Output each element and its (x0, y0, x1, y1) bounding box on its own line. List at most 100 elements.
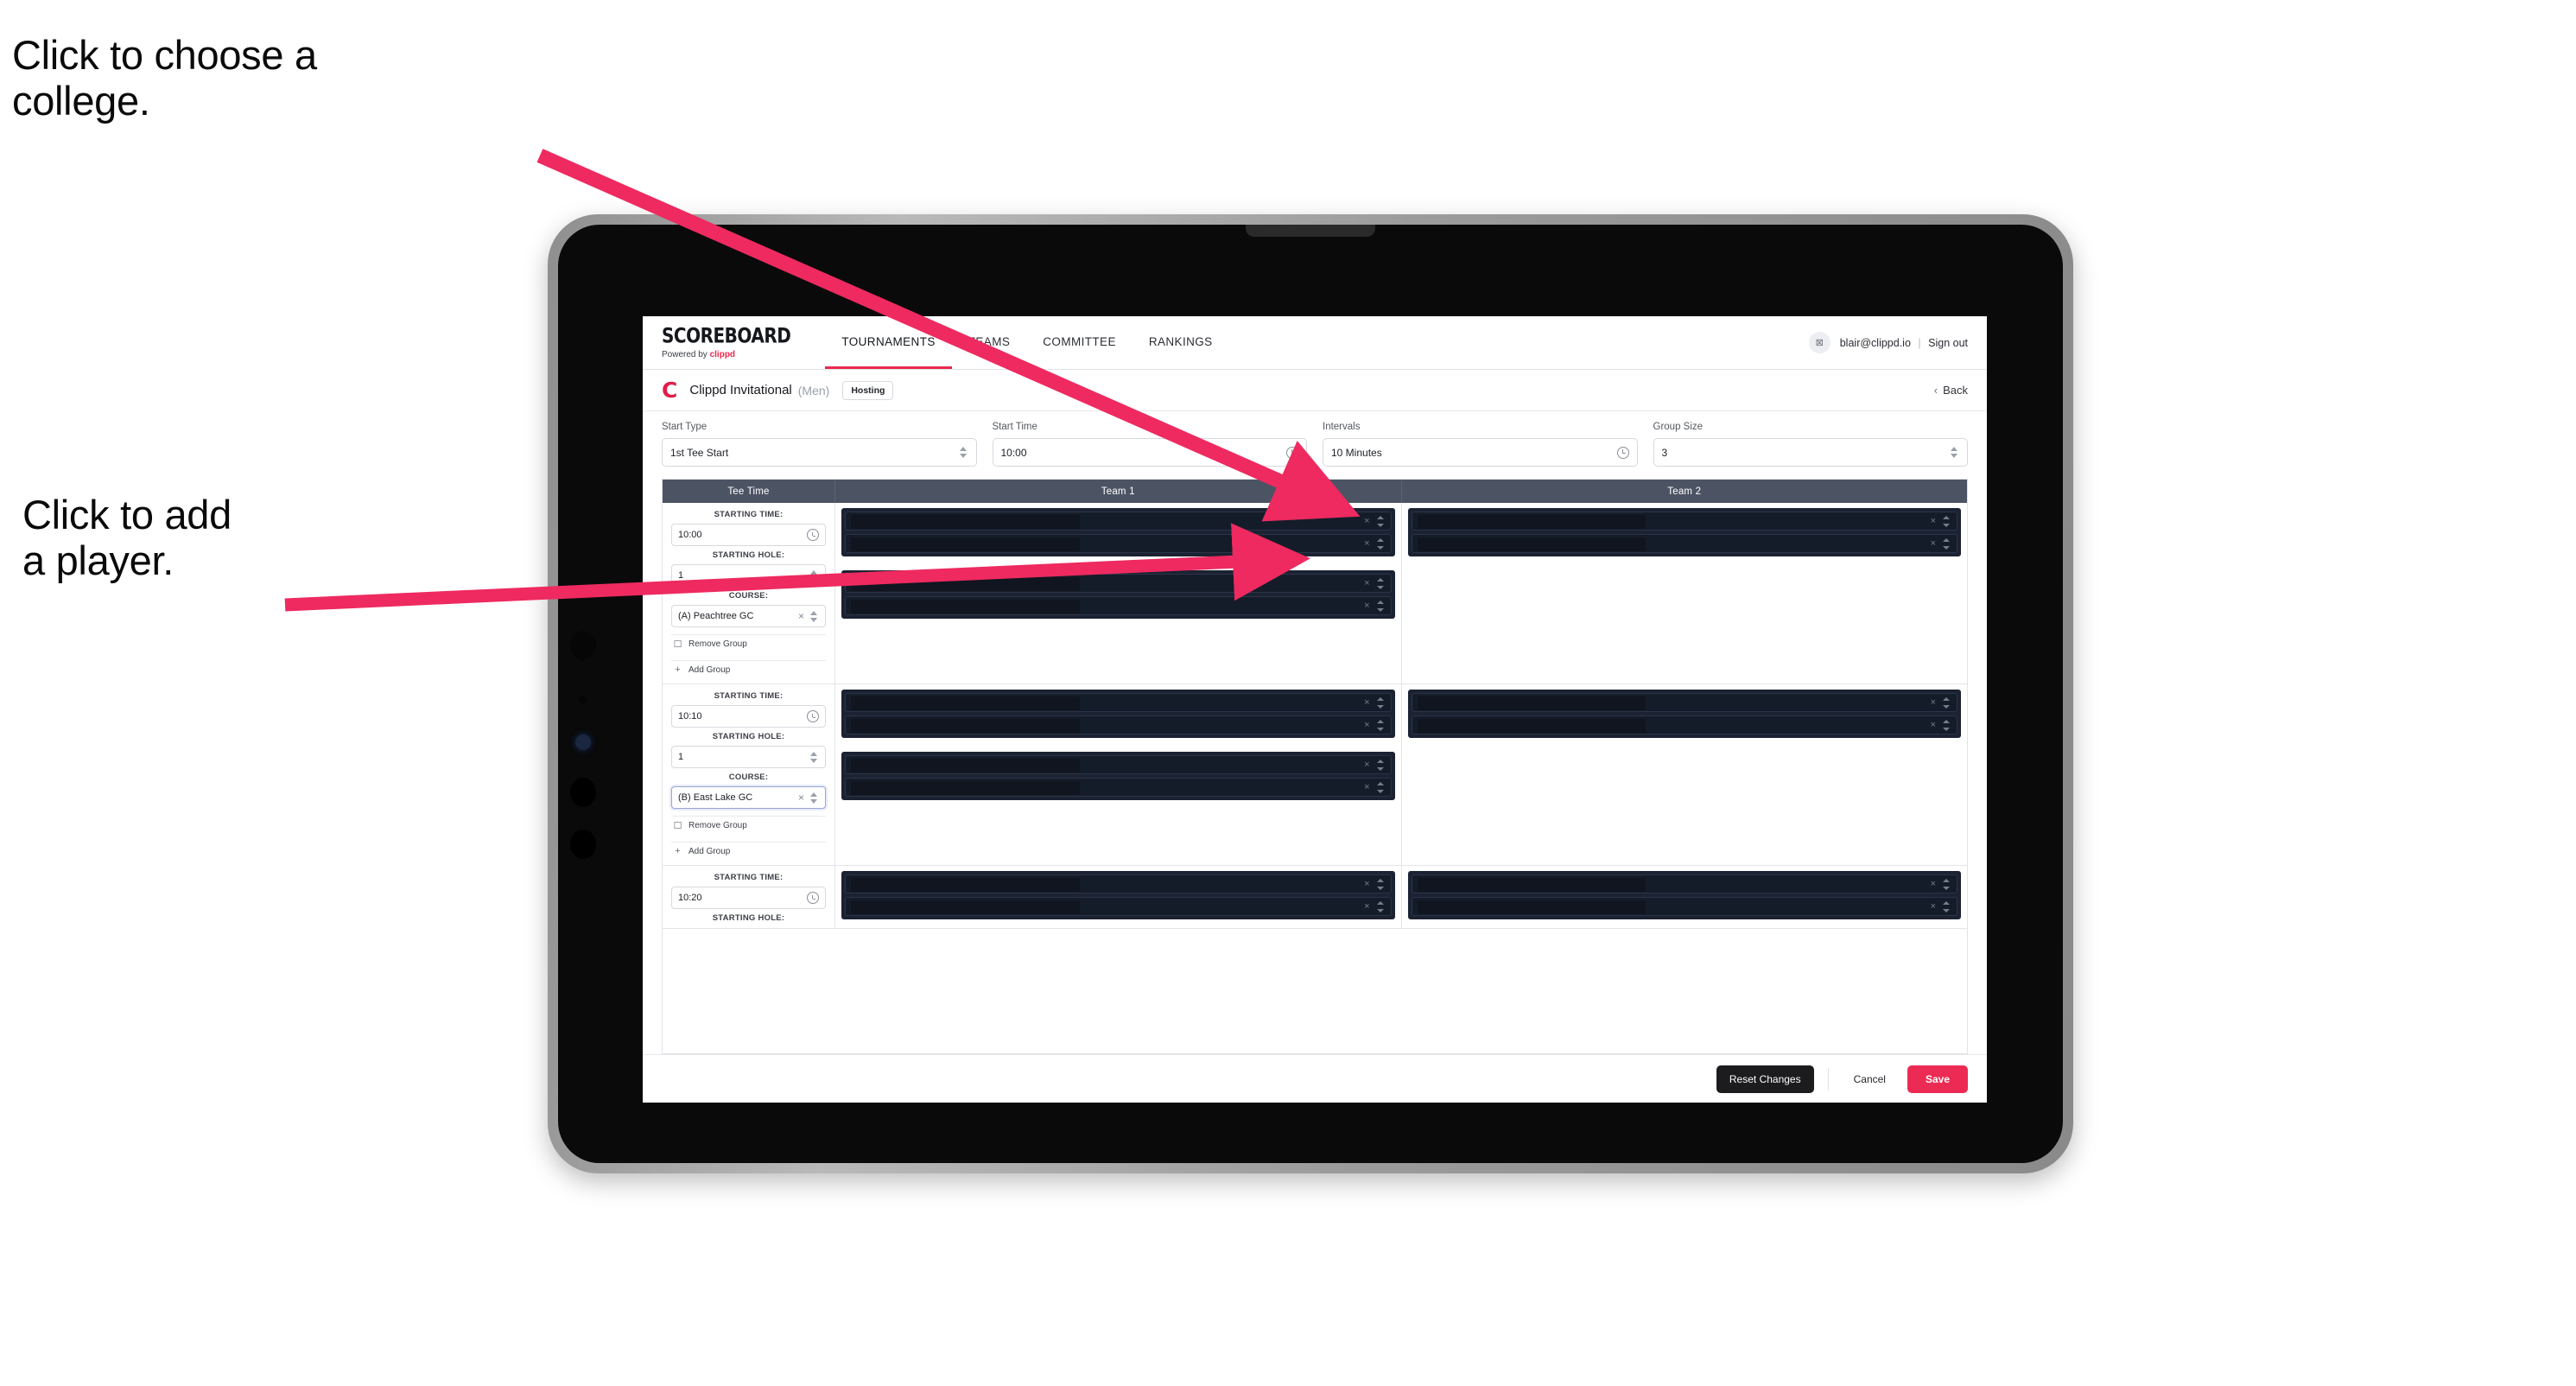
clear-icon[interactable]: × (1364, 782, 1369, 792)
player-slot-row[interactable]: × (845, 693, 1392, 712)
player-row-controls: × (1931, 878, 1951, 891)
clear-icon[interactable]: × (1931, 901, 1936, 912)
back-button[interactable]: ‹ Back (1934, 384, 1968, 397)
player-slot-row[interactable]: × (845, 715, 1392, 734)
starting-time-input[interactable]: 10:00 (671, 524, 826, 546)
nav-link-committee[interactable]: COMMITTEE (1026, 316, 1133, 369)
chevron-updown-icon[interactable] (1942, 900, 1951, 913)
starting-time-input[interactable]: 10:10 (671, 705, 826, 728)
chevron-updown-icon[interactable] (1376, 781, 1385, 794)
clock-icon[interactable] (1286, 446, 1298, 459)
remove-group-button[interactable]: ☐ Remove Group (671, 816, 826, 835)
clear-icon[interactable]: × (1364, 760, 1369, 770)
course-select[interactable]: (A) Peachtree GC × (671, 605, 826, 627)
player-group-block: × × (841, 690, 1395, 738)
clear-icon[interactable]: × (1364, 697, 1369, 708)
player-slot-row[interactable]: × (845, 897, 1392, 916)
clock-icon[interactable] (807, 710, 819, 722)
clear-icon[interactable]: × (1364, 516, 1369, 526)
chevron-updown-icon[interactable] (1376, 515, 1385, 528)
player-slot-row[interactable]: × (845, 778, 1392, 797)
label-start-type: Start Type (662, 422, 707, 432)
chevron-updown-icon[interactable] (809, 609, 819, 624)
chevron-updown-icon[interactable] (809, 569, 819, 583)
player-slot-row[interactable]: × (1411, 874, 1957, 893)
course-select-adornment: × (798, 609, 819, 624)
cancel-button[interactable]: Cancel (1843, 1065, 1897, 1093)
player-slot-row[interactable]: × (1411, 715, 1957, 734)
chevron-updown-icon[interactable] (1376, 600, 1385, 613)
clear-icon[interactable]: × (798, 792, 804, 803)
player-slot-row[interactable]: × (845, 874, 1392, 893)
chevron-updown-icon[interactable] (1376, 719, 1385, 732)
clear-icon[interactable]: × (1931, 516, 1936, 526)
player-row-controls: × (1364, 759, 1384, 772)
team-1-cell: × × (835, 866, 1402, 928)
starting-hole-input[interactable]: 1 (671, 746, 826, 768)
chevron-updown-icon[interactable] (1942, 878, 1951, 891)
clear-icon[interactable]: × (1364, 901, 1369, 912)
course-select-value: (B) East Lake GC (678, 792, 753, 803)
chevron-updown-icon[interactable] (809, 791, 819, 805)
chevron-updown-icon[interactable] (1376, 577, 1385, 590)
player-slot-row[interactable]: × (1411, 897, 1957, 916)
player-slot-row[interactable]: × (1411, 512, 1957, 531)
chevron-updown-icon[interactable] (1942, 696, 1951, 709)
group-size-stepper[interactable]: 3 (1653, 438, 1968, 467)
clear-icon[interactable]: × (1931, 720, 1936, 730)
scoreboard-app: SCOREBOARD Powered by clippd TOURNAMENTS… (643, 316, 1987, 1103)
nav-link-tournaments[interactable]: TOURNAMENTS (825, 316, 952, 369)
player-slot-row[interactable]: × (845, 534, 1392, 553)
chevron-updown-icon[interactable] (1376, 900, 1385, 913)
clear-icon[interactable]: × (1931, 538, 1936, 549)
clear-icon[interactable]: × (1931, 879, 1936, 889)
start-time-input[interactable]: 10:00 (992, 438, 1307, 467)
save-button[interactable]: Save (1907, 1065, 1968, 1093)
add-group-button[interactable]: + Add Group (671, 842, 826, 860)
sign-out-link[interactable]: Sign out (1928, 337, 1968, 349)
chevron-updown-icon[interactable] (1942, 719, 1951, 732)
chevron-updown-icon[interactable] (1376, 759, 1385, 772)
clear-icon[interactable]: × (1364, 879, 1369, 889)
clear-icon[interactable]: × (1364, 538, 1369, 549)
clock-icon[interactable] (1616, 446, 1629, 459)
player-slot-row[interactable]: × (845, 512, 1392, 531)
tee-times-table: Tee Time Team 1 Team 2 STARTING TIME: 10:… (662, 479, 1968, 1054)
nav-link-rankings[interactable]: RANKINGS (1133, 316, 1229, 369)
chevron-updown-icon[interactable] (1376, 537, 1385, 550)
chevron-updown-icon[interactable] (1376, 878, 1385, 891)
intervals-input[interactable]: 10 Minutes (1323, 438, 1638, 467)
nav-link-teams[interactable]: TEAMS (952, 316, 1027, 369)
player-slot-row[interactable]: × (845, 596, 1392, 615)
clear-icon[interactable]: × (798, 611, 804, 621)
clear-icon[interactable]: × (1364, 601, 1369, 611)
top-navigation-bar: SCOREBOARD Powered by clippd TOURNAMENTS… (643, 316, 1987, 370)
player-slot-row[interactable]: × (845, 574, 1392, 593)
starting-hole-input[interactable]: 1 (671, 564, 826, 587)
starting-time-input[interactable]: 10:20 (671, 887, 826, 909)
starting-hole-input-adornment (809, 750, 819, 765)
brand-logo[interactable]: SCOREBOARD Powered by clippd (662, 316, 791, 369)
start-type-select[interactable]: 1st Tee Start (662, 438, 977, 467)
clear-icon[interactable]: × (1364, 720, 1369, 730)
player-slot-row[interactable]: × (1411, 693, 1957, 712)
column-header-tee-time: Tee Time (663, 480, 835, 503)
reset-changes-button[interactable]: Reset Changes (1716, 1065, 1814, 1093)
add-group-button[interactable]: + Add Group (671, 660, 826, 678)
course-select[interactable]: (B) East Lake GC × (671, 786, 826, 809)
remove-group-button[interactable]: ☐ Remove Group (671, 634, 826, 653)
avatar[interactable]: ⊠ (1808, 332, 1830, 353)
chevron-updown-icon[interactable] (1942, 537, 1951, 550)
clock-icon[interactable] (807, 892, 819, 904)
chevron-updown-icon[interactable] (1376, 696, 1385, 709)
chevron-updown-icon[interactable] (1942, 515, 1951, 528)
clear-icon[interactable]: × (1364, 578, 1369, 588)
player-row-controls: × (1931, 537, 1951, 550)
clear-icon[interactable]: × (1931, 697, 1936, 708)
player-slot-row[interactable]: × (845, 755, 1392, 774)
player-slot-row[interactable]: × (1411, 534, 1957, 553)
clock-icon[interactable] (807, 529, 819, 541)
chevron-updown-icon[interactable] (1950, 445, 1959, 460)
chevron-updown-icon[interactable] (809, 750, 819, 765)
chevron-updown-icon[interactable] (959, 445, 968, 460)
